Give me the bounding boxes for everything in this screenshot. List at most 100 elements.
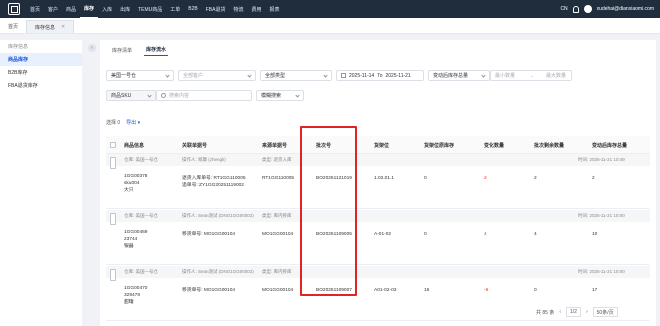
product-info-line: 1GG00469 — [124, 230, 148, 235]
search-field-select[interactable]: 商品SKU — [106, 90, 156, 101]
nav-item[interactable]: B2B — [184, 0, 201, 18]
total-count: 共 85 条 — [536, 309, 555, 316]
sidebar-item-fba-return-stock[interactable]: FBA退货库存 — [0, 79, 82, 92]
warehouse-select[interactable]: 美国一号仓 — [106, 70, 174, 81]
min-quantity-placeholder: 最小数量 — [495, 73, 516, 79]
group-meta-type: 类型: 库内移库 — [262, 269, 292, 274]
warehouse-value: 美国一号仓 — [111, 73, 137, 79]
group-meta-time: 时间: 2025-11-21 10:00 — [578, 213, 625, 218]
select-all-checkbox[interactable] — [110, 142, 116, 148]
group-meta-time: 时间: 2025-11-21 10:49 — [578, 157, 625, 162]
quantity-type-select[interactable]: 变动后库存总量 — [428, 70, 490, 81]
shelf-cell: 1.02.01.1 — [374, 176, 395, 181]
app-logo-icon[interactable] — [8, 3, 20, 15]
nav-item[interactable]: TEMU商品 — [134, 0, 166, 18]
date-to-label: To — [377, 72, 383, 79]
table-row[interactable]: 1GG00469 23744 银器 移货单号: MO1GG00104 MO1GG0010… — [106, 222, 650, 265]
shelf-cell: A01-02-03 — [374, 288, 397, 293]
group-meta-warehouse: 仓库: 美国一号仓 — [124, 157, 158, 162]
page-tab-inventory[interactable]: 库存信息 ✕ — [26, 20, 75, 33]
shelf-cell: A-01-02 — [374, 232, 392, 237]
nav-item[interactable]: 工单 — [166, 0, 184, 18]
product-info-line: 银器 — [124, 244, 134, 249]
main-panel: 库存清单 库存流水 美国一号仓 全部客户 全部类型 2025-11-14 To … — [100, 40, 656, 326]
table-row[interactable]: 1GG00378 sku004 大只 退货入库单号: RT1GG110005 追单号: … — [106, 166, 650, 209]
product-info-line: 1GG00470 — [124, 286, 148, 291]
top-right-tools: CN xudehai@dianxiaomi.com — [560, 0, 654, 18]
nav-item[interactable]: 物流 — [229, 0, 247, 18]
nav-item[interactable]: 报表 — [266, 0, 284, 18]
col-header-orig-qty: 货架位原库存 — [424, 142, 455, 149]
page-tab-label: 首页 — [8, 24, 19, 30]
match-mode-select[interactable]: 模糊搜索 — [256, 90, 304, 101]
pagination: 共 85 条 ‹ 1/2 › 50条/页 — [536, 307, 618, 317]
nav-item[interactable]: FBA退货 — [202, 0, 230, 18]
related-doc-line: 追单号: ZY1GG20251119002 — [182, 183, 244, 188]
group-meta-type: 类型: 库内移库 — [262, 213, 292, 218]
product-info-line: sku004 — [124, 181, 140, 186]
sidebar: 库存信息 商品库存 B2B库存 FBA退货库存 — [0, 40, 82, 326]
group-meta-warehouse: 仓库: 美国一号仓 — [124, 213, 158, 218]
batch-column-highlight — [300, 126, 357, 296]
col-header-product: 商品信息 — [124, 142, 145, 149]
date-range-picker[interactable]: 2025-11-14 To 2025-11-21 — [336, 70, 424, 81]
date-to: 2025-11-21 — [385, 72, 411, 79]
nav-item[interactable]: 入库 — [98, 0, 116, 18]
page-tab-label: 库存信息 — [35, 24, 56, 31]
page-size-select[interactable]: 50条/页 — [592, 307, 618, 317]
nav-item[interactable]: 商品 — [62, 0, 80, 18]
nav-item[interactable]: 费用 — [247, 0, 265, 18]
export-button[interactable]: 导出 ▾ — [126, 119, 140, 126]
customer-placeholder: 全部客户 — [183, 73, 204, 79]
batch-remaining-cell: 2 — [534, 176, 537, 181]
prev-page-button[interactable]: ‹ — [559, 309, 561, 315]
product-info-line: 329478 — [124, 293, 141, 298]
change-qty-cell: 4 — [484, 232, 487, 237]
nav-item[interactable]: 客户 — [44, 0, 62, 18]
orig-qty-cell: 0 — [424, 176, 427, 181]
type-select[interactable]: 全部类型 — [260, 70, 332, 81]
collapse-sidebar-button[interactable]: ‹ — [88, 44, 96, 52]
sidebar-group-inventory: 库存信息 — [8, 44, 29, 50]
main-nav: 首页 客户 商品 库存 入库 出库 TEMU商品 工单 B2B FBA退货 物流 费用 报表 — [26, 0, 284, 18]
related-doc-line: 退货入库单号: RT1GG110005 — [182, 176, 246, 181]
orig-qty-cell: 0 — [424, 232, 427, 237]
top-navbar: 首页 客户 商品 库存 入库 出库 TEMU商品 工单 B2B FBA退货 物流 费用 报表 CN xu… — [0, 0, 660, 18]
quantity-type-value: 变动后库存总量 — [433, 73, 469, 79]
language-selector[interactable]: CN — [560, 6, 567, 12]
sidebar-item-b2b-stock[interactable]: B2B库存 — [0, 66, 82, 79]
user-email[interactable]: xudehai@dianxiaomi.com — [597, 6, 654, 12]
related-doc-line: 移货单号: MO1GG00104 — [182, 288, 236, 293]
nav-item[interactable]: 出库 — [116, 0, 134, 18]
group-meta-row: 仓库: 美国一号仓 操作人: 郑康 (zhengk) 类型: 退货入库 时间: 202… — [106, 154, 650, 169]
max-quantity-placeholder: 最大数量 — [546, 73, 567, 79]
total-after-cell: 10 — [592, 232, 598, 237]
col-header-change: 变化数量 — [484, 142, 505, 149]
change-qty-cell: -6 — [484, 288, 489, 293]
table-header: 商品信息 关联单据号 来源单据号 批次号 货架位 货架位原库存 变化数量 批次剩… — [106, 136, 650, 154]
sidebar-item-product-stock[interactable]: 商品库存 — [0, 53, 82, 66]
tab-inventory-list[interactable]: 库存清单 — [110, 44, 134, 56]
page-indicator[interactable]: 1/2 — [566, 307, 581, 317]
selected-count: 选择 0 — [106, 120, 121, 126]
nav-item[interactable]: 库存 — [80, 0, 99, 18]
group-meta-operator: 操作人: Sean测试 (DNO1GG00002) — [182, 269, 254, 274]
group-meta-operator: 操作人: Sean测试 (DNO1GG00002) — [182, 213, 254, 218]
customer-select[interactable]: 全部客户 — [178, 70, 256, 81]
search-input[interactable]: 搜索内容 — [156, 90, 252, 101]
product-info-line: 23744 — [124, 237, 138, 242]
bell-icon[interactable] — [572, 5, 579, 13]
related-doc-line: 移货单号: MO1GG00104 — [182, 232, 236, 237]
avatar[interactable] — [583, 5, 592, 13]
page-tab-home[interactable]: 首页 — [0, 20, 26, 33]
total-after-cell: 17 — [592, 288, 598, 293]
next-page-button[interactable]: › — [586, 309, 588, 315]
tab-inventory-flow[interactable]: 库存流水 — [144, 44, 169, 56]
col-header-batch-remaining: 批次剩余数量 — [534, 142, 565, 149]
quantity-range-input[interactable]: 最小数量 → 最大数量 — [490, 70, 572, 81]
arrow-right-icon: → — [529, 72, 535, 79]
nav-item[interactable]: 首页 — [26, 0, 44, 18]
group-meta-operator: 操作人: 郑康 (zhengk) — [182, 157, 226, 162]
close-icon[interactable]: ✕ — [61, 24, 65, 30]
chevron-down-icon — [323, 73, 328, 78]
